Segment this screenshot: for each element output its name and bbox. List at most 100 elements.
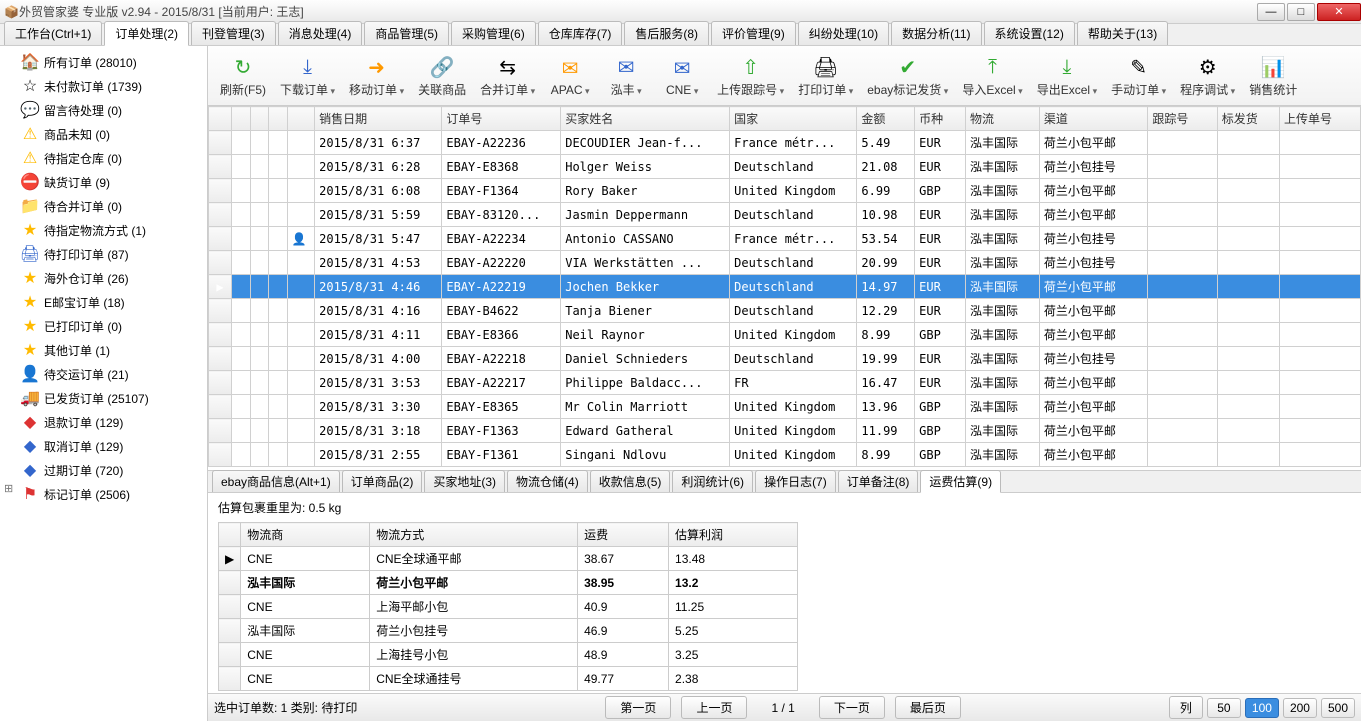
table-row[interactable]: 2015/8/31 4:11EBAY-E8366Neil RaynorUnite… [209,323,1361,347]
sidebar-item[interactable]: ★待指定物流方式 (1) [0,218,207,242]
page-size-button[interactable]: 100 [1245,698,1279,718]
table-row[interactable]: 2015/8/31 3:18EBAY-F1363Edward GatheralU… [209,419,1361,443]
order-grid-container[interactable]: 销售日期订单号买家姓名国家金额币种物流渠道跟踪号标发货上传单号2015/8/31… [208,106,1361,471]
toolbar-button[interactable]: 🖨打印订单 [792,49,859,102]
ship-header[interactable]: 估算利润 [669,523,798,547]
maximize-button[interactable]: □ [1287,3,1315,21]
sidebar-item[interactable]: ★E邮宝订单 (18) [0,290,207,314]
table-row[interactable]: 2015/8/31 2:55EBAY-F1361Singani NdlovuUn… [209,443,1361,467]
page-size-button[interactable]: 200 [1283,698,1317,718]
sidebar-item[interactable]: ◆取消订单 (129) [0,434,207,458]
toolbar-button[interactable]: ⤒导入Excel [956,49,1028,102]
grid-header[interactable]: 物流 [965,107,1039,131]
detail-tab[interactable]: 运费估算(9) [920,470,1001,493]
ship-row[interactable]: CNECNE全球通挂号49.772.38 [219,667,798,691]
menu-tab[interactable]: 评价管理(9) [711,21,796,45]
order-grid[interactable]: 销售日期订单号买家姓名国家金额币种物流渠道跟踪号标发货上传单号2015/8/31… [208,106,1361,467]
grid-header[interactable]: 跟踪号 [1148,107,1217,131]
table-row[interactable]: 👤2015/8/31 5:47EBAY-A22234Antonio CASSAN… [209,227,1361,251]
pager-button[interactable]: 下一页 [819,696,885,719]
sidebar-item[interactable]: 🖨待打印订单 (87) [0,242,207,266]
table-row[interactable]: 2015/8/31 4:53EBAY-A22220VIA Werkstätten… [209,251,1361,275]
sidebar-item[interactable]: 🚚已发货订单 (25107) [0,386,207,410]
sidebar-item[interactable]: ☆未付款订单 (1739) [0,74,207,98]
page-size-button[interactable]: 列 [1169,696,1203,719]
menu-tab[interactable]: 数据分析(11) [891,21,981,45]
ship-row[interactable]: ▶CNECNE全球通平邮38.6713.48 [219,547,798,571]
grid-header[interactable]: 金额 [857,107,915,131]
minimize-button[interactable]: — [1257,3,1285,21]
menu-tab[interactable]: 帮助关于(13) [1077,21,1168,45]
menu-tab[interactable]: 采购管理(6) [451,21,536,45]
ship-row[interactable]: CNE上海平邮小包40.911.25 [219,595,798,619]
table-row[interactable]: 2015/8/31 6:28EBAY-E8368Holger WeissDeut… [209,155,1361,179]
table-row[interactable]: 2015/8/31 6:08EBAY-F1364Rory BakerUnited… [209,179,1361,203]
toolbar-button[interactable]: ⚙程序调试 [1174,49,1241,102]
grid-header[interactable] [269,107,287,131]
grid-header[interactable] [209,107,232,131]
ship-row[interactable]: 泓丰国际荷兰小包平邮38.9513.2 [219,571,798,595]
pager-button[interactable]: 第一页 [605,696,671,719]
close-button[interactable]: ✕ [1317,3,1361,21]
table-row[interactable]: 2015/8/31 4:16EBAY-B4622Tanja BienerDeut… [209,299,1361,323]
table-row[interactable]: 2015/8/31 4:00EBAY-A22218Daniel Schniede… [209,347,1361,371]
sidebar-item[interactable]: ⚠待指定仓库 (0) [0,146,207,170]
toolbar-button[interactable]: 🔗关联商品 [412,49,472,102]
sidebar-item[interactable]: ◆退款订单 (129) [0,410,207,434]
sidebar-item[interactable]: ⚑标记订单 (2506) [0,482,207,506]
detail-tab[interactable]: 物流仓储(4) [507,470,588,492]
grid-header[interactable]: 国家 [730,107,857,131]
pager-button[interactable]: 上一页 [681,696,747,719]
sidebar-item[interactable]: ⚠商品未知 (0) [0,122,207,146]
grid-header[interactable]: 币种 [915,107,966,131]
toolbar-button[interactable]: ⇆合并订单 [474,49,541,102]
detail-tab[interactable]: 操作日志(7) [755,470,836,492]
sidebar-item[interactable]: ★海外仓订单 (26) [0,266,207,290]
toolbar-button[interactable]: ⤓导出Excel [1031,49,1103,102]
page-size-button[interactable]: 500 [1321,698,1355,718]
grid-header[interactable]: 销售日期 [315,107,442,131]
table-row[interactable]: 2015/8/31 6:37EBAY-A22236DECOUDIER Jean-… [209,131,1361,155]
menu-tab[interactable]: 工作台(Ctrl+1) [4,21,102,45]
ship-row[interactable]: 泓丰国际荷兰小包挂号46.95.25 [219,619,798,643]
menu-tab[interactable]: 售后服务(8) [624,21,709,45]
table-row[interactable]: 2015/8/31 3:53EBAY-A22217Philippe Baldac… [209,371,1361,395]
toolbar-button[interactable]: ✔ebay标记发货 [861,49,954,102]
page-size-button[interactable]: 50 [1207,698,1241,718]
grid-header[interactable]: 标发货 [1217,107,1279,131]
detail-tab[interactable]: 利润统计(6) [672,470,753,492]
detail-tab[interactable]: 订单商品(2) [342,470,423,492]
menu-tab[interactable]: 仓库库存(7) [538,21,623,45]
sidebar-item[interactable]: ⛔缺货订单 (9) [0,170,207,194]
sidebar-item[interactable]: ★其他订单 (1) [0,338,207,362]
table-row[interactable]: 2015/8/31 5:59EBAY-83120...Jasmin Depper… [209,203,1361,227]
sidebar-item[interactable]: 📁待合并订单 (0) [0,194,207,218]
menu-tab[interactable]: 订单处理(2) [104,21,189,46]
grid-header[interactable]: 上传单号 [1280,107,1361,131]
menu-tab[interactable]: 纠纷处理(10) [798,21,889,45]
grid-header[interactable]: 买家姓名 [561,107,730,131]
shipping-estimate-table[interactable]: 物流商物流方式运费估算利润▶CNECNE全球通平邮38.6713.48泓丰国际荷… [218,522,798,691]
toolbar-button[interactable]: ✉泓丰 [599,49,653,102]
ship-header[interactable]: 物流方式 [370,523,578,547]
detail-tab[interactable]: ebay商品信息(Alt+1) [212,470,340,492]
detail-tab[interactable]: 订单备注(8) [838,470,919,492]
ship-row[interactable]: CNE上海挂号小包48.93.25 [219,643,798,667]
sidebar-item[interactable]: 💬留言待处理 (0) [0,98,207,122]
toolbar-button[interactable]: ✉APAC [543,51,597,101]
grid-header[interactable] [250,107,268,131]
toolbar-button[interactable]: ✎手动订单 [1105,49,1172,102]
grid-header[interactable] [287,107,315,131]
toolbar-button[interactable]: 📊销售统计 [1243,49,1303,102]
toolbar-button[interactable]: ↻刷新(F5) [214,49,272,102]
grid-header[interactable]: 渠道 [1039,107,1148,131]
menu-tab[interactable]: 刊登管理(3) [191,21,276,45]
menu-tab[interactable]: 商品管理(5) [364,21,449,45]
ship-header[interactable]: 运费 [578,523,669,547]
table-row[interactable]: ▶2015/8/31 4:46EBAY-A22219Jochen BekkerD… [209,275,1361,299]
sidebar-item[interactable]: ★已打印订单 (0) [0,314,207,338]
toolbar-button[interactable]: ⤓下载订单 [274,49,341,102]
detail-tab[interactable]: 买家地址(3) [424,470,505,492]
sidebar-item[interactable]: ◆过期订单 (720) [0,458,207,482]
ship-header[interactable]: 物流商 [241,523,370,547]
